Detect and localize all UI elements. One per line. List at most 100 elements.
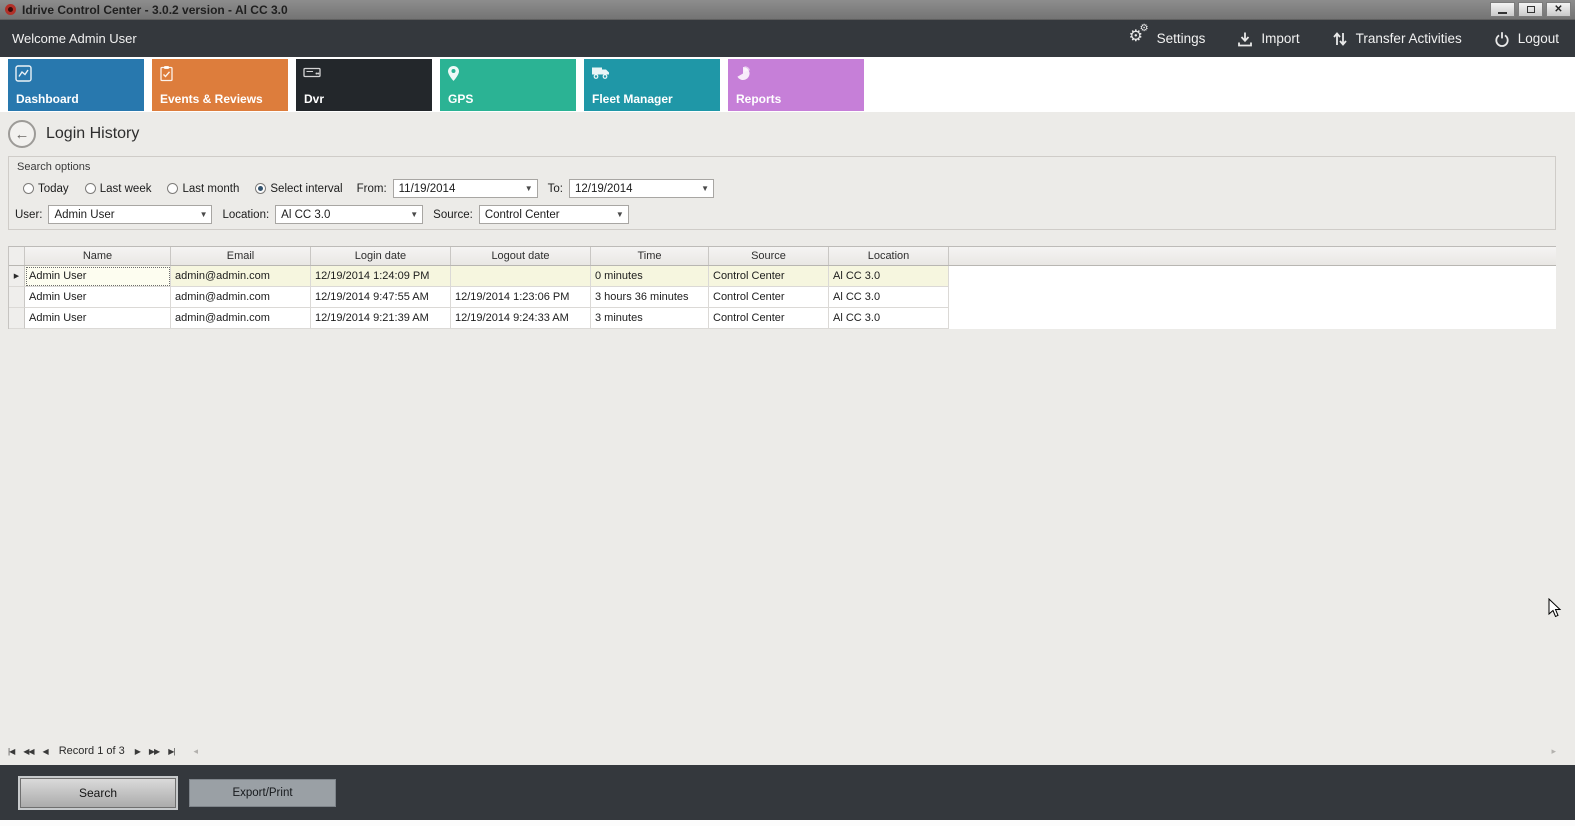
- tile-fleet-manager[interactable]: Fleet Manager: [584, 59, 720, 111]
- location-select[interactable]: Al CC 3.0 ▼: [275, 205, 423, 224]
- cell-time[interactable]: 3 hours 36 minutes: [591, 287, 709, 308]
- to-date-picker[interactable]: 12/19/2014 ▼: [569, 179, 714, 198]
- column-header-logout-date[interactable]: Logout date: [451, 247, 591, 265]
- logout-button[interactable]: Logout: [1492, 30, 1559, 48]
- radio-last-week-icon: [85, 183, 96, 194]
- tile-dashboard[interactable]: Dashboard: [8, 59, 144, 111]
- next-record-icon[interactable]: ▶: [135, 747, 140, 756]
- tile-reports[interactable]: Reports: [728, 59, 864, 111]
- horizontal-scrollbar[interactable]: ◂ ▸: [193, 745, 1556, 757]
- cell-login-date[interactable]: 12/19/2014 1:24:09 PM: [311, 266, 451, 287]
- cell-name[interactable]: Admin User: [25, 266, 171, 287]
- line-chart-icon: [15, 65, 32, 87]
- record-navigator: |◀ ◀◀ ◀ Record 1 of 3 ▶ ▶▶ ▶| ◂ ▸: [8, 743, 1556, 759]
- cell-source[interactable]: Control Center: [709, 308, 829, 329]
- indicator-header-cell: [9, 247, 25, 265]
- radio-select-interval-icon: [255, 183, 266, 194]
- transfer-activities-button[interactable]: Transfer Activities: [1330, 30, 1462, 48]
- tile-reports-label: Reports: [736, 92, 781, 106]
- action-bar: Search Export/Print: [0, 765, 1575, 820]
- from-date-value: 11/19/2014: [399, 183, 456, 195]
- cell-source[interactable]: Control Center: [709, 287, 829, 308]
- column-header-time[interactable]: Time: [591, 247, 709, 265]
- tile-dvr-label: Dvr: [304, 92, 324, 106]
- prev-page-icon[interactable]: ◀◀: [23, 747, 33, 756]
- login-history-grid: Name Email Login date Logout date Time S…: [8, 246, 1556, 329]
- back-button[interactable]: ←: [8, 120, 36, 148]
- cell-source[interactable]: Control Center: [709, 266, 829, 287]
- radio-last-month[interactable]: Last month: [167, 183, 239, 195]
- cell-location[interactable]: Al CC 3.0: [829, 266, 949, 287]
- back-arrow-icon: ←: [15, 126, 30, 143]
- cell-logout-date[interactable]: 12/19/2014 9:24:33 AM: [451, 308, 591, 329]
- cell-location[interactable]: Al CC 3.0: [829, 308, 949, 329]
- table-row[interactable]: Admin User admin@admin.com 12/19/2014 9:…: [9, 308, 1556, 329]
- first-record-icon[interactable]: |◀: [8, 747, 14, 756]
- column-header-login-date[interactable]: Login date: [311, 247, 451, 265]
- from-label: From:: [357, 183, 387, 195]
- table-row[interactable]: Admin User admin@admin.com 12/19/2014 9:…: [9, 287, 1556, 308]
- radio-last-week[interactable]: Last week: [85, 183, 152, 195]
- window-title: Idrive Control Center - 3.0.2 version - …: [22, 3, 288, 17]
- import-icon: [1235, 30, 1255, 48]
- tile-dashboard-label: Dashboard: [16, 92, 79, 106]
- scrollbar-track[interactable]: [198, 745, 1551, 757]
- user-select[interactable]: Admin User ▼: [48, 205, 212, 224]
- minimize-button[interactable]: [1490, 2, 1515, 17]
- cell-location[interactable]: Al CC 3.0: [829, 287, 949, 308]
- column-header-source[interactable]: Source: [709, 247, 829, 265]
- cell-logout-date[interactable]: [451, 266, 591, 287]
- maximize-button[interactable]: [1518, 2, 1543, 17]
- mouse-cursor: [1548, 598, 1562, 618]
- window-titlebar: Idrive Control Center - 3.0.2 version - …: [0, 0, 1575, 20]
- row-indicator-cell: ▶: [9, 266, 25, 287]
- column-header-name[interactable]: Name: [25, 247, 171, 265]
- page-header: ← Login History: [0, 112, 1575, 156]
- tile-gps[interactable]: GPS: [440, 59, 576, 111]
- tile-fleet-manager-label: Fleet Manager: [592, 92, 673, 106]
- cell-logout-date[interactable]: 12/19/2014 1:23:06 PM: [451, 287, 591, 308]
- scroll-right-icon[interactable]: ▸: [1551, 746, 1556, 757]
- cell-login-date[interactable]: 12/19/2014 9:21:39 AM: [311, 308, 451, 329]
- tile-dvr[interactable]: Dvr: [296, 59, 432, 111]
- export-print-button[interactable]: Export/Print: [189, 779, 336, 807]
- table-row[interactable]: ▶ Admin User admin@admin.com 12/19/2014 …: [9, 266, 1556, 287]
- tile-gps-label: GPS: [448, 92, 473, 106]
- radio-select-interval[interactable]: Select interval: [255, 183, 342, 195]
- last-record-icon[interactable]: ▶|: [168, 747, 174, 756]
- logout-label: Logout: [1518, 31, 1559, 46]
- minimize-icon: [1498, 12, 1507, 14]
- from-date-picker[interactable]: 11/19/2014 ▼: [393, 179, 538, 198]
- gears-icon: ⚙⚙: [1129, 30, 1151, 48]
- transfer-activities-label: Transfer Activities: [1356, 31, 1462, 46]
- cell-name[interactable]: Admin User: [25, 287, 171, 308]
- close-button[interactable]: ✕: [1546, 2, 1571, 17]
- cell-time[interactable]: 3 minutes: [591, 308, 709, 329]
- bottom-strip: [0, 820, 1575, 826]
- clipboard-icon: [159, 65, 174, 87]
- cell-login-date[interactable]: 12/19/2014 9:47:55 AM: [311, 287, 451, 308]
- search-button[interactable]: Search: [20, 778, 176, 808]
- column-header-email[interactable]: Email: [171, 247, 311, 265]
- next-page-icon[interactable]: ▶▶: [149, 747, 159, 756]
- interval-row: Today Last week Last month Select interv…: [23, 179, 1555, 198]
- column-header-location[interactable]: Location: [829, 247, 949, 265]
- cell-time[interactable]: 0 minutes: [591, 266, 709, 287]
- radio-today[interactable]: Today: [23, 183, 69, 195]
- filters-row: User: Admin User ▼ Location: Al CC 3.0 ▼…: [15, 205, 1555, 224]
- settings-button[interactable]: ⚙⚙ Settings: [1129, 30, 1206, 48]
- cell-email[interactable]: admin@admin.com: [171, 266, 311, 287]
- source-label: Source:: [433, 209, 473, 221]
- radio-last-month-label: Last month: [182, 183, 239, 195]
- tile-events-reviews[interactable]: Events & Reviews: [152, 59, 288, 111]
- transfer-icon: [1330, 30, 1350, 48]
- cell-email[interactable]: admin@admin.com: [171, 287, 311, 308]
- radio-last-month-icon: [167, 183, 178, 194]
- source-select[interactable]: Control Center ▼: [479, 205, 629, 224]
- location-value: Al CC 3.0: [281, 209, 330, 221]
- import-button[interactable]: Import: [1235, 30, 1299, 48]
- chevron-down-icon: ▼: [701, 184, 709, 193]
- prev-record-icon[interactable]: ◀: [43, 747, 48, 756]
- cell-name[interactable]: Admin User: [25, 308, 171, 329]
- cell-email[interactable]: admin@admin.com: [171, 308, 311, 329]
